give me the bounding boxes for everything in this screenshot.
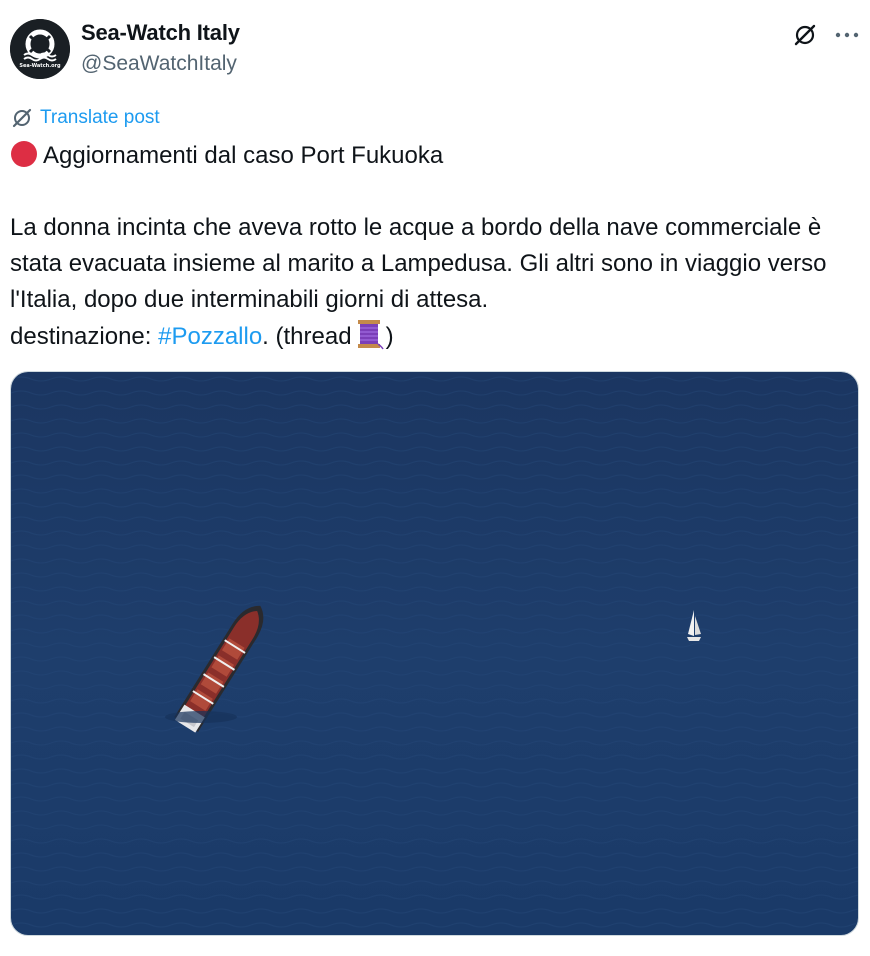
thread-spool-emoji bbox=[354, 318, 384, 350]
avatar[interactable]: Sea-Watch.org bbox=[10, 19, 70, 79]
thread-prefix: . (thread bbox=[262, 323, 352, 350]
post-text: Aggiornamenti dal caso Port Fukuoka La d… bbox=[10, 138, 860, 355]
grok-icon bbox=[794, 24, 816, 46]
more-icon bbox=[835, 32, 859, 38]
post-body-text: La donna incinta che aveva rotto le acqu… bbox=[10, 214, 827, 313]
post-body: La donna incinta che aveva rotto le acqu… bbox=[10, 210, 860, 355]
sea-watch-logo: Sea-Watch.org bbox=[10, 19, 70, 79]
hashtag-link[interactable]: #Pozzallo bbox=[158, 323, 262, 350]
post-headline-line: Aggiornamenti dal caso Port Fukuoka bbox=[10, 138, 860, 174]
translate-label: Translate post bbox=[40, 107, 160, 128]
post-image[interactable] bbox=[10, 371, 859, 936]
grok-button[interactable] bbox=[788, 18, 822, 52]
more-options-button[interactable] bbox=[830, 18, 864, 52]
post-headline: Aggiornamenti dal caso Port Fukuoka bbox=[43, 142, 444, 169]
translate-post-link[interactable]: Translate post bbox=[10, 106, 160, 130]
destination-prefix: destinazione: bbox=[10, 323, 159, 350]
display-name[interactable]: Sea-Watch Italy bbox=[81, 20, 240, 46]
sea-photo bbox=[11, 372, 858, 935]
avatar-text: Sea-Watch.org bbox=[19, 63, 61, 69]
thread-suffix: ) bbox=[385, 323, 394, 350]
translate-icon bbox=[12, 108, 32, 128]
user-handle[interactable]: @SeaWatchItaly bbox=[81, 52, 237, 76]
red-circle-emoji bbox=[11, 141, 37, 167]
